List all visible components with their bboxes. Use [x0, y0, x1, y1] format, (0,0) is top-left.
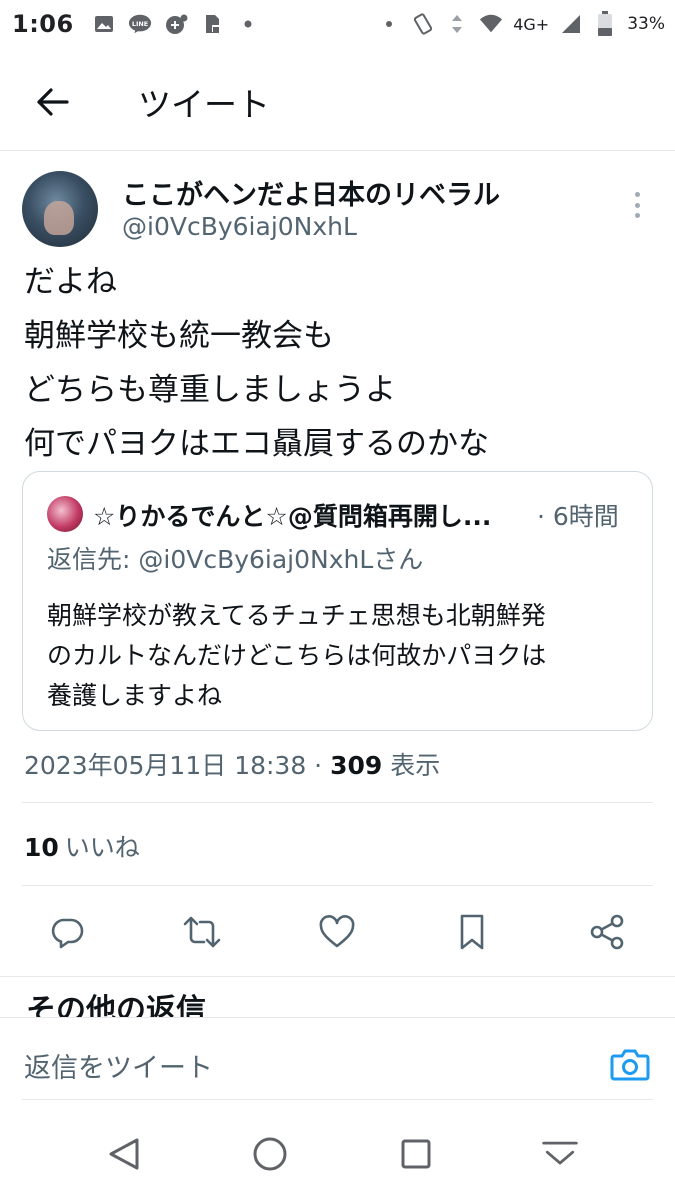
home-circle-icon [253, 1137, 287, 1171]
bookmark-button[interactable] [452, 912, 492, 952]
quoted-text-line: 朝鮮学校が教えてるチュチェ思想も北朝鮮発 [47, 601, 546, 630]
views-label: 表示 [382, 751, 441, 780]
svg-text:LINE: LINE [132, 20, 148, 28]
status-time: 1:06 [12, 10, 74, 38]
status-right: 4G+ 33% [377, 0, 665, 48]
quoted-text: 朝鮮学校が教えてるチュチェ思想も北朝鮮発 のカルトなんだけどこちらは何故かパヨク… [47, 596, 546, 716]
more-options-button[interactable] [626, 188, 648, 222]
game-icon [164, 12, 188, 36]
network-type: 4G+ [513, 14, 550, 34]
actions-divider [0, 976, 675, 977]
quoted-reply-to: 返信先: @i0VcBy6iaj0NxhLさん [47, 545, 424, 574]
camera-icon [610, 1049, 650, 1081]
arrow-left-icon [37, 88, 69, 116]
quoted-avatar [47, 496, 83, 532]
dot-icon [634, 192, 640, 197]
wifi-icon [479, 12, 503, 36]
author-display-name[interactable]: ここがヘンだよ日本のリベラル [122, 173, 500, 212]
quoted-text-line: のカルトなんだけどこちらは何故かパヨクは [47, 641, 547, 670]
dot-icon [377, 12, 401, 36]
view-count: 309 [330, 751, 383, 780]
signal-icon [559, 12, 583, 36]
quoted-text-line: 養護しますよね [47, 681, 223, 710]
tweet-text-line: 朝鮮学校も統一教会も [24, 318, 334, 354]
tweet-text: だよね 朝鮮学校も統一教会も どちらも尊重しましょうよ 何でパヨクはエコ贔屓する… [24, 255, 489, 471]
more-replies-label: その他の返信 [26, 993, 206, 1017]
recents-square-icon [401, 1139, 431, 1169]
tweet-text-line: 何でパヨクはエコ贔屓するのかな [24, 426, 489, 462]
more-replies-heading: その他の返信 [26, 990, 426, 1017]
reply-composer: 返信をツイート [0, 1017, 675, 1101]
notification-icons: LINE [92, 12, 260, 36]
tweet-date: 2023年05月11日 18:38 · [24, 751, 331, 780]
tweet-actions [0, 904, 675, 960]
gallery-icon [92, 12, 116, 36]
keyboard-hide-icon [542, 1141, 578, 1165]
share-icon [590, 914, 624, 950]
likes-summary[interactable]: 10 いいね [24, 828, 140, 864]
vibrate-icon [411, 12, 435, 36]
share-button[interactable] [587, 912, 627, 952]
nav-recents-button[interactable] [396, 1134, 436, 1174]
system-nav-bar [0, 1102, 675, 1200]
tweet-meta: 2023年05月11日 18:38 · 309 表示 [24, 746, 440, 782]
retweet-icon [183, 916, 221, 948]
battery-icon [593, 11, 617, 36]
reply-button[interactable] [47, 912, 87, 952]
back-triangle-icon [109, 1138, 139, 1170]
meta-divider [22, 802, 653, 803]
like-icon [319, 915, 355, 948]
likes-count: 10 [24, 833, 59, 862]
dot-icon [634, 202, 640, 208]
nav-keyboard-hide-button[interactable] [540, 1134, 580, 1174]
quoted-author-name: ☆りかるでんと☆@質問箱再開し... [93, 502, 492, 531]
avatar[interactable] [22, 171, 98, 247]
line-icon: LINE [128, 12, 152, 36]
camera-button[interactable] [608, 1044, 652, 1084]
author-handle[interactable]: @i0VcBy6iaj0NxhL [122, 212, 357, 241]
battery-percent: 33% [627, 14, 665, 34]
app-header: ツイート [0, 60, 675, 140]
status-bar: 1:06 LINE 4G+ 33% [0, 0, 675, 48]
like-button[interactable] [317, 912, 357, 952]
sim-lock-icon [200, 12, 224, 36]
quoted-timestamp: · 6時間 [537, 502, 619, 531]
back-button[interactable] [30, 80, 74, 124]
composer-divider [22, 1099, 653, 1100]
dot-icon [236, 12, 260, 36]
nav-back-button[interactable] [104, 1134, 144, 1174]
bookmark-icon [460, 914, 484, 950]
header-divider [0, 150, 675, 151]
likes-label: いいね [64, 833, 140, 862]
dot-icon [634, 213, 640, 218]
tweet-text-line: どちらも尊重しましょうよ [24, 372, 396, 408]
reply-icon [51, 918, 84, 949]
tweet-text-line: だよね [24, 264, 117, 300]
nav-home-button[interactable] [250, 1134, 290, 1174]
quoted-tweet[interactable]: ☆りかるでんと☆@質問箱再開し... · 6時間 返信先: @i0VcBy6ia… [22, 471, 653, 731]
data-arrows-icon [445, 12, 469, 36]
likes-divider [22, 885, 653, 886]
retweet-button[interactable] [182, 912, 222, 952]
reply-input[interactable]: 返信をツイート [24, 1046, 213, 1085]
page-title: ツイート [138, 85, 270, 124]
